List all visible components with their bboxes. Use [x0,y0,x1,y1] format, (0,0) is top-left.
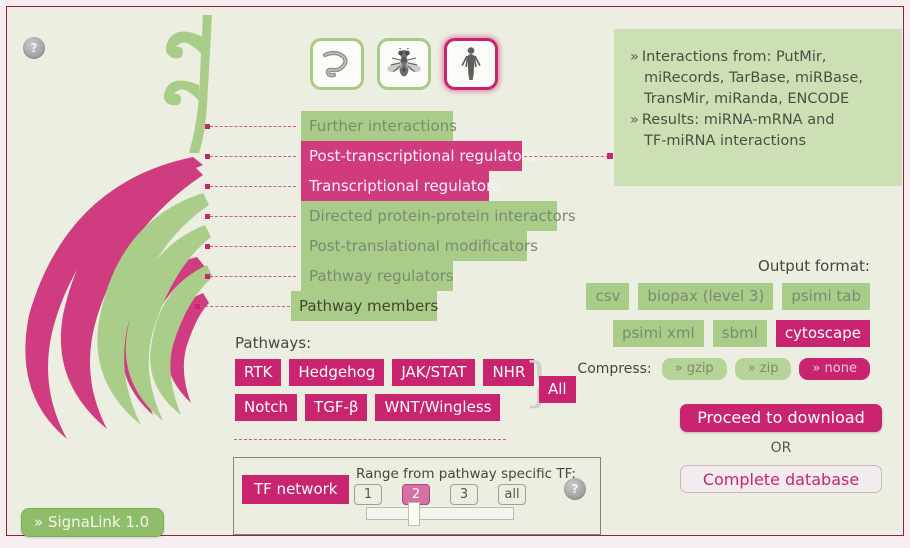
help-icon-glyph: ? [30,41,38,55]
section-divider [234,439,506,440]
compress-gzip[interactable]: » gzip [661,358,727,380]
info-line: TransMir, miRanda, ENCODE [630,89,888,110]
compress-selector: Compress: » gzip » zip » none [577,358,870,380]
info-connector-dot [607,153,613,159]
info-panel: » Interactions from: PutMir, miRecords, T… [614,29,902,186]
info-connector-line [524,156,609,157]
format-sbml[interactable]: sbml [712,320,767,347]
tf-step-3[interactable]: 3 [450,484,478,505]
tf-help-icon-glyph: ? [571,482,579,496]
organism-worm-button[interactable] [310,38,364,90]
pathway-jak-stat[interactable]: JAK/STAT [392,359,476,386]
info-line: TF-miRNA interactions [630,131,888,152]
output-format-row: psimi xml sbml cytoscape [612,320,870,347]
layer-further-interactions[interactable]: Further interactions [301,111,457,141]
info-line: » Results: miRNA-mRNA and [630,110,888,131]
proceed-to-download-button[interactable]: Proceed to download [680,404,882,432]
layer-connector [210,276,296,277]
pathways-row: RTK Hedgehog JAK/STAT NHR [235,359,535,386]
compress-none[interactable]: » none [799,358,870,380]
tf-step-all[interactable]: all [498,484,526,505]
help-icon[interactable]: ? [23,37,45,59]
tf-range-label: Range from pathway specific TF: [356,466,576,482]
pathways-selector: RTK Hedgehog JAK/STAT NHR Notch TGF-β WN… [235,359,535,429]
format-cytoscape[interactable]: cytoscape [775,320,870,347]
layer-connector [210,216,296,217]
compress-label: Compress: [577,361,652,377]
organism-human-button[interactable] [444,38,498,90]
pathway-all-button[interactable]: All [539,376,576,403]
tf-range-slider-track[interactable] [366,507,514,520]
layer-connector [210,156,296,157]
format-psimi-tab[interactable]: psimi tab [782,283,870,310]
layer-post-translational-modificators[interactable]: Post-translational modificators [301,231,538,261]
pathway-tgf-beta[interactable]: TGF-β [305,394,368,421]
tf-range-steps: 1 2 3 all [354,484,526,505]
app-window: ? Further interactions Post-transcriptio… [0,0,910,548]
tf-help-icon[interactable]: ? [564,478,586,500]
info-text: TF-miRNA interactions [644,133,807,149]
app-frame: ? Further interactions Post-transcriptio… [6,6,904,537]
tf-range-slider-thumb[interactable] [408,502,420,526]
bullet-chevron-icon: » [630,49,639,65]
pathways-row: Notch TGF-β WNT/Wingless [235,394,515,421]
info-line: miRecords, TarBase, miRBase, [630,68,888,89]
info-text: Interactions from: PutMir, [641,49,827,65]
human-icon [461,47,481,80]
layer-pathway-regulators[interactable]: Pathway regulators [301,261,454,291]
bullet-chevron-icon: » [630,112,639,128]
pathway-hedgehog[interactable]: Hedgehog [289,359,385,386]
layer-connector [210,126,296,127]
tf-network-button[interactable]: TF network [242,475,350,504]
layer-transcriptional-regulators[interactable]: Transcriptional regulators [301,171,500,201]
complete-database-button[interactable]: Complete database [680,465,882,493]
layer-connector [210,246,296,247]
output-format-row: csv biopax (level 3) psimi tab [586,283,870,310]
format-csv[interactable]: csv [586,283,630,310]
pathways-label: Pathways: [235,334,312,352]
layer-post-transcriptional-regulators[interactable]: Post-transcriptional regulators [301,141,536,171]
format-psimi-xml[interactable]: psimi xml [612,320,704,347]
layer-pathway-members[interactable]: Pathway members [291,291,438,321]
layer-connector [200,306,290,307]
layer-directed-protein-protein-interactors[interactable]: Directed protein-protein interactors [301,201,576,231]
organism-selector [310,38,498,90]
decorative-plant-graphic [25,15,213,439]
format-biopax[interactable]: biopax (level 3) [638,283,774,310]
pathway-notch[interactable]: Notch [235,394,298,421]
info-text: Results: miRNA-mRNA and [641,112,835,128]
tf-network-panel: TF network Range from pathway specific T… [233,457,601,535]
tf-step-1[interactable]: 1 [354,484,382,505]
compress-zip[interactable]: » zip [734,358,792,380]
or-separator-label: OR [770,440,792,456]
pathway-rtk[interactable]: RTK [235,359,282,386]
worm-icon [322,50,348,78]
organism-fly-button[interactable] [377,38,431,90]
layer-connector [210,186,296,187]
output-format-label: Output format: [758,257,870,275]
info-text: miRecords, TarBase, miRBase, [644,70,864,86]
pathway-wnt-wingless[interactable]: WNT/Wingless [375,394,501,421]
info-line: » Interactions from: PutMir, [630,47,888,68]
signalink-logo-button[interactable]: » SignaLink 1.0 [21,508,165,537]
fly-icon [387,48,421,77]
info-text: TransMir, miRanda, ENCODE [644,91,850,107]
